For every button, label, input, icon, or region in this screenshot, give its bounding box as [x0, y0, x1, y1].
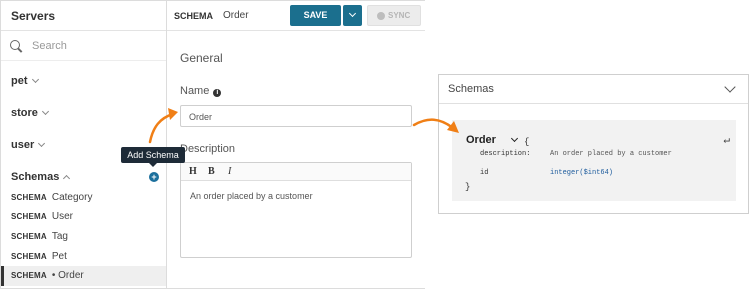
- section-title: General: [180, 51, 223, 65]
- search-input[interactable]: Search: [1, 31, 166, 61]
- schema-model: Order { ↵ description: An order placed b…: [452, 120, 736, 201]
- search-placeholder: Search: [32, 40, 67, 52]
- chevron-down-icon: [31, 75, 39, 84]
- format-toolbar: H B I: [181, 163, 411, 181]
- toolbar-kind: SCHEMA: [174, 11, 214, 21]
- item-kind: SCHEMA: [11, 232, 47, 241]
- info-icon[interactable]: i: [213, 89, 222, 97]
- name-field[interactable]: Order: [180, 105, 412, 127]
- description-editor[interactable]: H B I An order placed by a customer: [180, 162, 412, 258]
- return-icon[interactable]: ↵: [723, 133, 730, 147]
- brace-close: }: [465, 182, 471, 192]
- group-label: Schemas: [11, 171, 60, 183]
- panel-title: Schemas: [448, 83, 494, 95]
- chevron-up-icon: [63, 174, 71, 183]
- group-label: pet: [11, 75, 28, 87]
- chevron-down-icon[interactable]: [510, 134, 519, 143]
- schemas-panel: Schemas Order { ↵ description: An order …: [438, 74, 749, 214]
- bold-button[interactable]: B: [208, 166, 215, 177]
- sidebar-group-pet[interactable]: pet: [11, 75, 39, 87]
- description-label: Description: [180, 143, 236, 155]
- chevron-down-icon: [38, 139, 46, 148]
- heading-button[interactable]: H: [189, 166, 197, 177]
- chevron-down-icon: [41, 107, 49, 116]
- property-value: An order placed by a customer: [550, 150, 672, 158]
- save-button[interactable]: SAVE: [290, 5, 341, 26]
- group-label: user: [11, 139, 35, 151]
- item-label: User: [51, 211, 73, 222]
- item-kind: SCHEMA: [11, 271, 47, 280]
- add-schema-icon[interactable]: +: [149, 172, 159, 182]
- toolbar: SCHEMA Order SAVE SYNC: [167, 1, 425, 31]
- sync-button[interactable]: SYNC: [367, 5, 421, 26]
- property-type: integer($int64): [550, 169, 614, 177]
- group-label: store: [11, 107, 38, 119]
- schema-name[interactable]: Order: [466, 134, 496, 146]
- brace-open: {: [524, 137, 530, 147]
- item-kind: SCHEMA: [11, 252, 47, 261]
- property-key: id: [480, 169, 489, 177]
- editor-window: Servers Search pet store user Schemas + …: [0, 0, 425, 289]
- item-label: • Order: [51, 270, 84, 281]
- sidebar-group-schemas[interactable]: Schemas: [11, 171, 71, 183]
- item-label: Category: [51, 192, 93, 203]
- sidebar: Servers Search pet store user Schemas + …: [1, 1, 167, 288]
- sidebar-item-category[interactable]: SCHEMA Category: [1, 188, 166, 208]
- save-options-button[interactable]: [343, 5, 362, 26]
- description-text: An order placed by a customer: [190, 191, 313, 201]
- sidebar-item-pet[interactable]: SCHEMA Pet: [1, 247, 166, 267]
- sidebar-item-order[interactable]: SCHEMA • Order: [1, 266, 166, 286]
- sidebar-header: Servers: [1, 1, 166, 31]
- add-schema-tooltip: Add Schema: [121, 147, 185, 167]
- chevron-down-icon: [348, 9, 357, 18]
- sync-label: SYNC: [388, 11, 411, 20]
- toolbar-name: Order: [223, 10, 249, 21]
- sidebar-group-user[interactable]: user: [11, 139, 46, 151]
- sync-icon: [377, 12, 385, 20]
- sidebar-item-user[interactable]: SCHEMA User: [1, 207, 166, 227]
- sidebar-item-tag[interactable]: SCHEMA Tag: [1, 227, 166, 247]
- item-kind: SCHEMA: [11, 193, 47, 202]
- schemas-panel-header[interactable]: Schemas: [439, 75, 748, 104]
- chevron-down-icon[interactable]: [724, 81, 736, 93]
- name-label-text: Name: [180, 85, 210, 97]
- italic-button[interactable]: I: [228, 166, 231, 177]
- name-label: Name i: [180, 85, 222, 97]
- item-kind: SCHEMA: [11, 212, 47, 221]
- item-label: Tag: [51, 231, 68, 242]
- item-label: Pet: [51, 251, 67, 262]
- property-key: description:: [480, 150, 531, 158]
- name-value: Order: [189, 112, 213, 122]
- main-panel: SCHEMA Order SAVE SYNC General Name i Ord…: [167, 1, 425, 288]
- search-icon: [10, 40, 20, 50]
- sidebar-group-store[interactable]: store: [11, 107, 49, 119]
